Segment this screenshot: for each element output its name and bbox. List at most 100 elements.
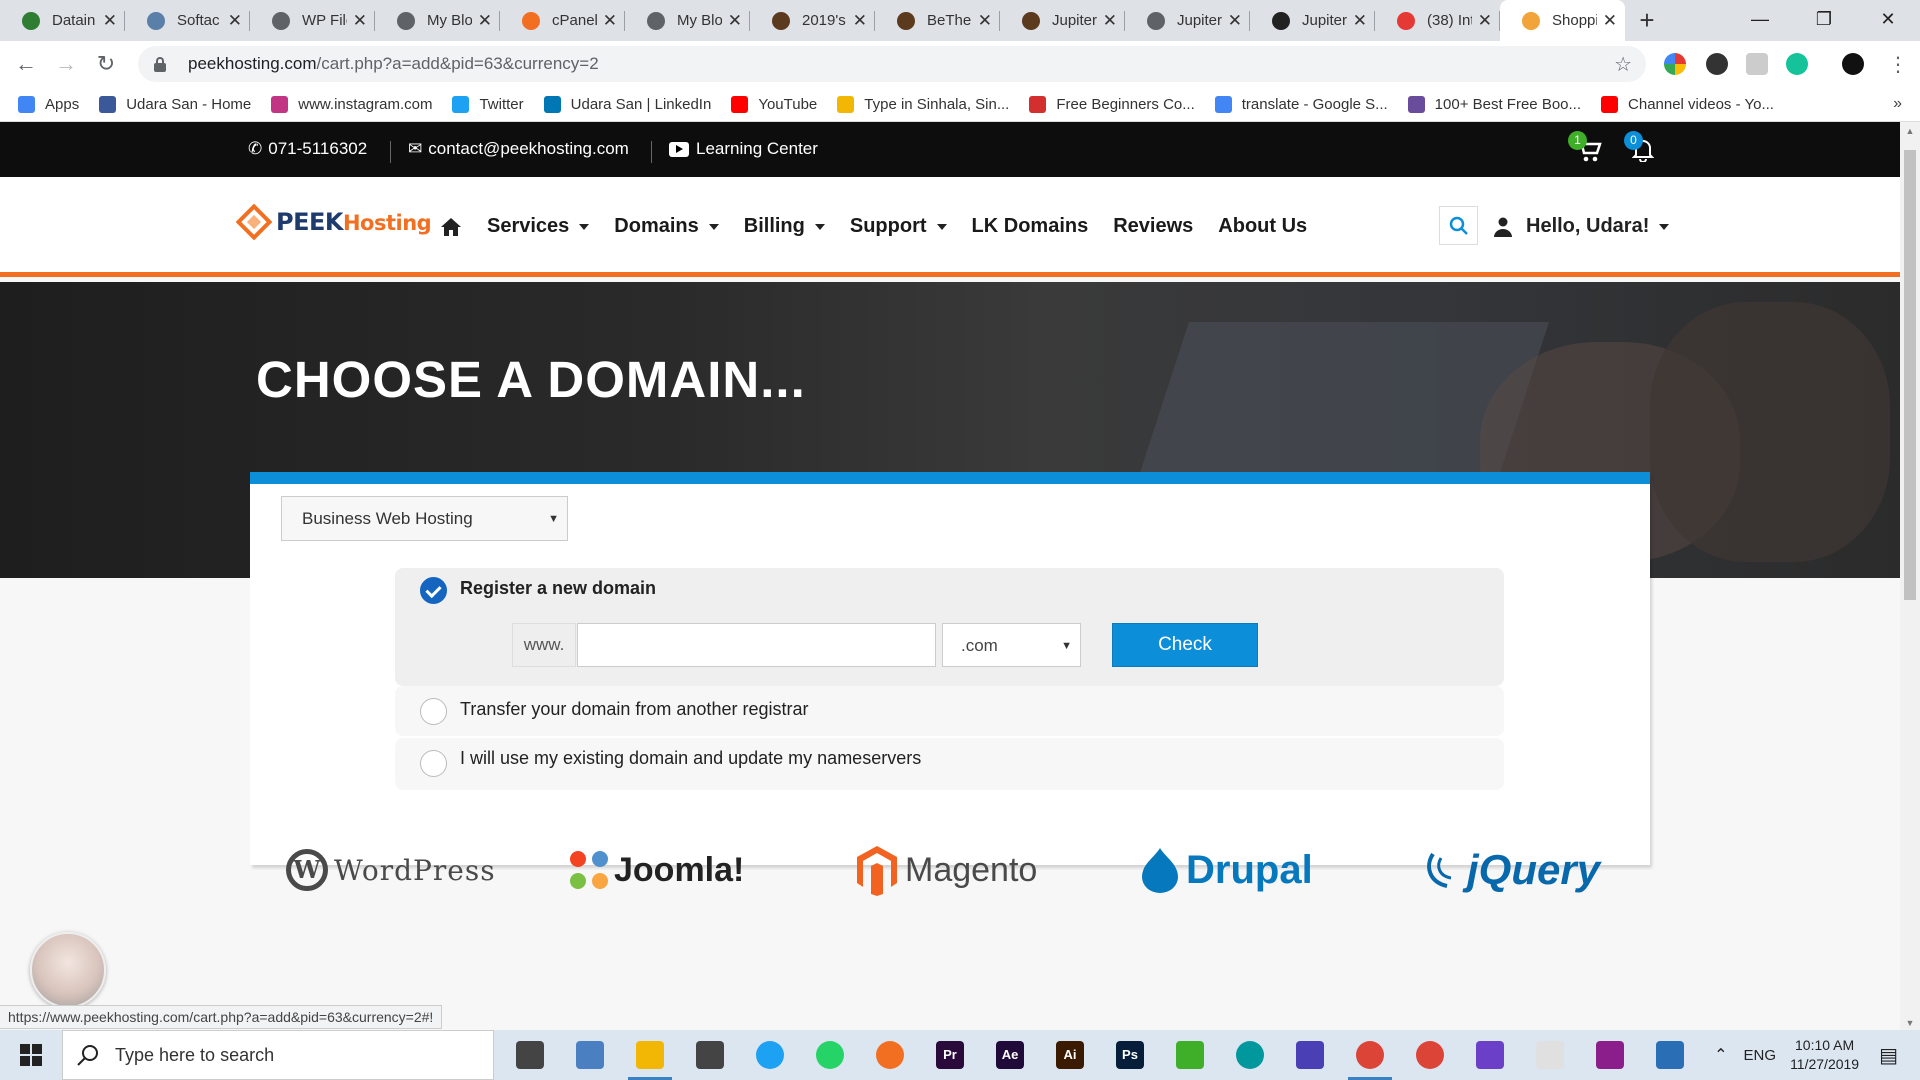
bookmark-item[interactable]: Free Beginners Co... (1029, 95, 1195, 113)
browser-tab[interactable]: cPanel ✕ (500, 0, 625, 41)
tab-close-icon[interactable]: ✕ (603, 11, 617, 31)
start-button[interactable] (0, 1030, 62, 1080)
bookmark-item[interactable]: Udara San | LinkedIn (543, 95, 711, 113)
bookmark-item[interactable]: Udara San - Home (99, 95, 251, 113)
scroll-up-arrow-icon[interactable]: ▲ (1900, 126, 1920, 136)
nav-about-us[interactable]: About Us (1218, 215, 1307, 238)
taskbar-chrome[interactable] (1340, 1030, 1400, 1080)
scrollbar-thumb[interactable] (1904, 150, 1916, 600)
browser-tab[interactable]: 2019's ✕ (750, 0, 875, 41)
taskbar-file-explorer[interactable] (620, 1030, 680, 1080)
reload-button[interactable]: ↻ (86, 51, 126, 77)
taskbar-winrar[interactable] (1580, 1030, 1640, 1080)
bookmark-item[interactable]: www.instagram.com (271, 95, 432, 113)
url-bar[interactable]: peekhosting.com/cart.php?a=add&pid=63&cu… (138, 46, 1646, 82)
grammarly-icon[interactable] (1786, 53, 1808, 75)
bookmark-item[interactable]: 100+ Best Free Boo... (1407, 95, 1581, 113)
bookmark-item[interactable]: translate - Google S... (1214, 95, 1388, 113)
forward-button[interactable]: → (46, 51, 86, 77)
chevron-up-icon[interactable]: ⌃ (1714, 1045, 1727, 1065)
nav-reviews[interactable]: Reviews (1113, 215, 1193, 238)
extension-icon[interactable] (1664, 53, 1686, 75)
learning-center-link[interactable]: Learning Center (669, 139, 818, 159)
action-center-icon[interactable]: ▤ (1879, 1043, 1898, 1068)
site-search-button[interactable] (1439, 206, 1478, 245)
transfer-radio[interactable] (420, 698, 447, 725)
browser-tab[interactable]: (38) Int ✕ (1375, 0, 1500, 41)
taskbar-premiere[interactable]: Pr (920, 1030, 980, 1080)
nav-billing[interactable]: Billing (744, 215, 825, 238)
bookmark-item[interactable]: Apps (18, 95, 79, 113)
profile-avatar[interactable] (1842, 53, 1864, 75)
back-button[interactable]: ← (6, 51, 46, 77)
bookmark-item[interactable]: YouTube (731, 95, 817, 113)
extension-help-icon[interactable] (1746, 53, 1768, 75)
taskbar-network[interactable] (560, 1030, 620, 1080)
taskbar-photoshop[interactable]: Ps (1100, 1030, 1160, 1080)
product-select[interactable]: Business Web Hosting ▼ (281, 496, 568, 541)
extension-k-icon[interactable] (1706, 53, 1728, 75)
menu-kebab-icon[interactable]: ⋮ (1888, 52, 1908, 77)
taskbar-task-view[interactable] (500, 1030, 560, 1080)
existing-label[interactable]: I will use my existing domain and update… (460, 748, 921, 769)
browser-tab[interactable]: My Blo ✕ (375, 0, 500, 41)
tab-close-icon[interactable]: ✕ (728, 11, 742, 31)
register-radio[interactable] (420, 577, 447, 604)
taskbar-arduino[interactable] (1220, 1030, 1280, 1080)
nav-domains[interactable]: Domains (614, 215, 719, 238)
language-indicator[interactable]: ENG (1744, 1047, 1777, 1064)
tab-close-icon[interactable]: ✕ (103, 11, 117, 31)
browser-tab[interactable]: Jupiter ✕ (1250, 0, 1375, 41)
bookmark-star-icon[interactable]: ☆ (1614, 52, 1632, 77)
taskbar-audio[interactable] (1280, 1030, 1340, 1080)
nav-lk-domains[interactable]: LK Domains (972, 215, 1089, 238)
close-window-button[interactable]: ✕ (1856, 0, 1920, 41)
taskbar-twitter[interactable] (740, 1030, 800, 1080)
taskbar-app[interactable] (1640, 1030, 1700, 1080)
taskbar-python[interactable] (1520, 1030, 1580, 1080)
chat-avatar[interactable] (30, 932, 106, 1008)
tab-close-icon[interactable]: ✕ (228, 11, 242, 31)
tab-close-icon[interactable]: ✕ (978, 11, 992, 31)
taskbar-media[interactable] (1460, 1030, 1520, 1080)
tab-close-icon[interactable]: ✕ (1353, 11, 1367, 31)
maximize-button[interactable]: ❐ (1792, 0, 1856, 41)
user-menu[interactable]: Hello, Udara! (1494, 215, 1670, 238)
browser-tab[interactable]: BeTher ✕ (875, 0, 1000, 41)
browser-tab[interactable]: Softac ✕ (125, 0, 250, 41)
nav-services[interactable]: Services (487, 215, 590, 238)
browser-tab[interactable]: Jupiter ✕ (1125, 0, 1250, 41)
browser-tab[interactable]: Shoppi ✕ (1500, 0, 1625, 41)
taskbar-fl-studio[interactable] (860, 1030, 920, 1080)
tab-close-icon[interactable]: ✕ (478, 11, 492, 31)
tab-close-icon[interactable]: ✕ (353, 11, 367, 31)
browser-tab[interactable]: WP File ✕ (250, 0, 375, 41)
phone-link[interactable]: ✆ 071-5116302 (248, 139, 367, 159)
transfer-label[interactable]: Transfer your domain from another regist… (460, 699, 808, 720)
tab-close-icon[interactable]: ✕ (1228, 11, 1242, 31)
tab-close-icon[interactable]: ✕ (1603, 11, 1617, 31)
register-label[interactable]: Register a new domain (460, 578, 656, 599)
new-tab-button[interactable]: + (1625, 0, 1669, 41)
tab-close-icon[interactable]: ✕ (853, 11, 867, 31)
clock[interactable]: 10:10 AM 11/27/2019 (1790, 1036, 1859, 1074)
tld-select[interactable]: .com ▼ (942, 623, 1081, 667)
browser-tab[interactable]: My Blo ✕ (625, 0, 750, 41)
bookmark-item[interactable]: Type in Sinhala, Sin... (837, 95, 1009, 113)
bookmarks-overflow-icon[interactable]: » (1893, 95, 1902, 113)
taskbar-chrome-2[interactable] (1400, 1030, 1460, 1080)
taskbar-after-effects[interactable]: Ae (980, 1030, 1040, 1080)
bookmark-item[interactable]: Channel videos - Yo... (1601, 95, 1774, 113)
tab-close-icon[interactable]: ✕ (1103, 11, 1117, 31)
nav-support[interactable]: Support (850, 215, 947, 238)
scroll-down-arrow-icon[interactable]: ▼ (1900, 1018, 1920, 1028)
page-scrollbar[interactable]: ▲ ▼ (1900, 122, 1920, 1030)
browser-tab[interactable]: Jupiter ✕ (1000, 0, 1125, 41)
browser-tab[interactable]: Datain ✕ (0, 0, 125, 41)
taskbar-mail[interactable] (680, 1030, 740, 1080)
email-link[interactable]: ✉ contact@peekhosting.com (408, 139, 629, 159)
taskbar-illustrator[interactable]: Ai (1040, 1030, 1100, 1080)
minimize-button[interactable]: — (1728, 0, 1792, 41)
tab-close-icon[interactable]: ✕ (1478, 11, 1492, 31)
home-icon[interactable] (440, 217, 462, 237)
